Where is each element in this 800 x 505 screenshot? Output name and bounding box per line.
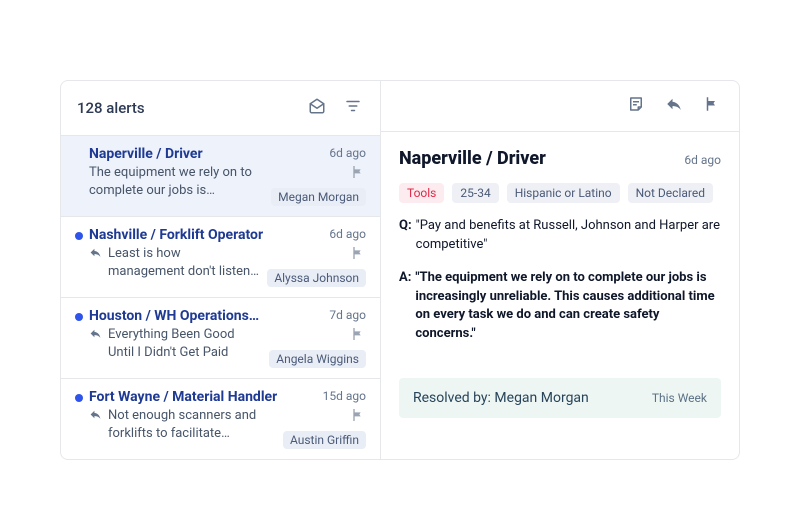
alerts-count: 128 alerts xyxy=(77,99,145,117)
unread-dot-icon xyxy=(75,313,83,321)
note-icon xyxy=(627,95,645,117)
flag-icon xyxy=(703,95,721,117)
envelope-open-icon xyxy=(308,97,326,119)
filter-button[interactable] xyxy=(342,95,364,121)
unread-dot-icon xyxy=(75,232,83,240)
answer-block: A: "The equipment we rely on to complete… xyxy=(399,269,721,344)
note-button[interactable] xyxy=(625,93,647,119)
flag-icon xyxy=(350,245,366,265)
alert-detail-pane: Naperville / Driver 6d ago Tools 25-34 H… xyxy=(381,81,739,459)
alert-item[interactable]: Naperville / Driver 6d ago The equipment… xyxy=(61,136,380,217)
alert-title: Naperville / Driver xyxy=(89,146,203,162)
alert-item[interactable]: Houston / WH Operations… 7d ago Everythi… xyxy=(61,298,380,379)
detail-toolbar xyxy=(381,81,739,132)
resolved-banner: Resolved by: Megan Morgan This Week xyxy=(399,378,721,418)
flag-icon xyxy=(350,326,366,346)
flag-icon xyxy=(350,407,366,427)
flag-icon xyxy=(350,164,366,184)
resolved-when: This Week xyxy=(652,391,707,405)
question-label: Q: xyxy=(399,217,412,255)
assignee-badge: Megan Morgan xyxy=(271,188,366,206)
alerts-list: Naperville / Driver 6d ago The equipment… xyxy=(61,136,380,459)
tag[interactable]: Hispanic or Latino xyxy=(507,183,620,203)
list-header-actions xyxy=(306,95,364,121)
tag[interactable]: Not Declared xyxy=(628,183,713,203)
unread-dot-icon xyxy=(75,394,83,402)
answer-text: "The equipment we rely on to complete ou… xyxy=(415,269,721,344)
alerts-app: 128 alerts Naper xyxy=(60,80,740,460)
reply-arrow-icon xyxy=(89,408,102,425)
reply-icon xyxy=(665,95,683,117)
alert-title: Nashville / Forklift Operator xyxy=(89,227,263,243)
flag-button[interactable] xyxy=(701,93,723,119)
detail-time: 6d ago xyxy=(684,153,721,167)
alert-preview: Least is how management don't listen whe… xyxy=(108,245,259,280)
assignee-badge: Alyssa Johnson xyxy=(267,269,366,287)
tag[interactable]: 25-34 xyxy=(452,183,498,203)
mark-read-button[interactable] xyxy=(306,95,328,121)
alert-time: 6d ago xyxy=(329,146,366,160)
reply-button[interactable] xyxy=(663,93,685,119)
resolved-label: Resolved by: Megan Morgan xyxy=(413,390,589,406)
tag[interactable]: Tools xyxy=(399,183,444,203)
tag-row: Tools 25-34 Hispanic or Latino Not Decla… xyxy=(399,183,721,203)
reply-arrow-icon xyxy=(89,246,102,263)
alert-preview: The equipment we rely on to complete our… xyxy=(89,164,263,199)
detail-title: Naperville / Driver xyxy=(399,148,546,169)
alerts-list-header: 128 alerts xyxy=(61,81,380,136)
alert-item[interactable]: Fort Wayne / Material Handler 15d ago No… xyxy=(61,379,380,459)
alert-preview: Everything Been Good Until I Didn't Get … xyxy=(108,326,261,361)
question-text: "Pay and benefits at Russell, Johnson an… xyxy=(416,217,721,255)
answer-label: A: xyxy=(399,269,411,344)
alert-time: 15d ago xyxy=(323,389,366,403)
alert-time: 7d ago xyxy=(329,308,366,322)
alert-preview: Not enough scanners and forklifts to fac… xyxy=(108,407,275,442)
reply-arrow-icon xyxy=(89,327,102,344)
assignee-badge: Austin Griffin xyxy=(283,431,366,449)
assignee-badge: Angela Wiggins xyxy=(269,350,366,368)
alert-time: 6d ago xyxy=(329,227,366,241)
filter-icon xyxy=(344,97,362,119)
alerts-list-pane: 128 alerts Naper xyxy=(61,81,381,459)
alert-item[interactable]: Nashville / Forklift Operator 6d ago Lea… xyxy=(61,217,380,298)
alert-title: Fort Wayne / Material Handler xyxy=(89,389,277,405)
question-block: Q: "Pay and benefits at Russell, Johnson… xyxy=(399,217,721,255)
detail-body: Naperville / Driver 6d ago Tools 25-34 H… xyxy=(381,132,739,360)
alert-title: Houston / WH Operations… xyxy=(89,308,259,324)
